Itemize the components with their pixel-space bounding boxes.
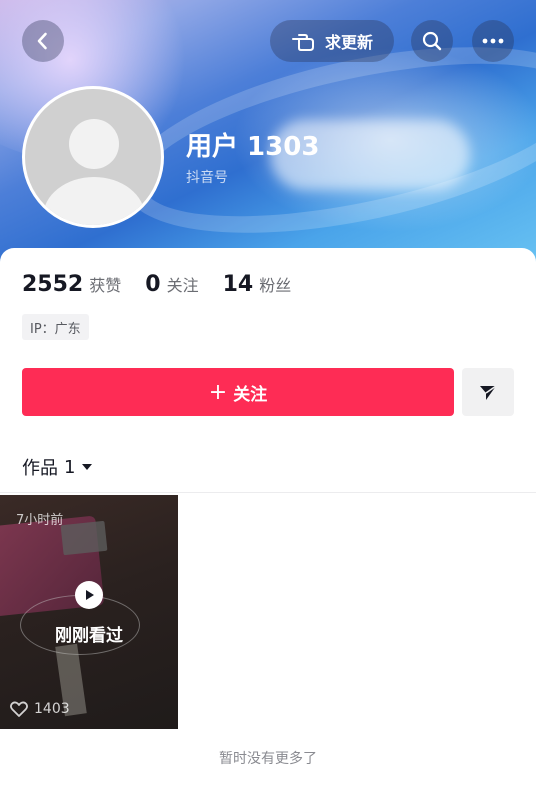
stat-following[interactable]: 0 关注 bbox=[145, 272, 198, 297]
likes-count: 2552 bbox=[22, 272, 84, 297]
follow-button[interactable]: + 关注 bbox=[22, 368, 454, 416]
heart-icon bbox=[10, 701, 28, 717]
stat-likes[interactable]: 2552 获赞 bbox=[22, 272, 121, 297]
avatar[interactable] bbox=[22, 86, 164, 228]
more-button[interactable] bbox=[472, 20, 514, 62]
no-more-content-text: 暂时没有更多了 bbox=[219, 751, 317, 767]
share-button[interactable] bbox=[462, 368, 514, 416]
followers-label: 粉丝 bbox=[259, 276, 292, 295]
likes-label: 获赞 bbox=[89, 276, 122, 295]
request-update-button[interactable]: 求更新 bbox=[270, 20, 394, 62]
search-button[interactable] bbox=[411, 20, 453, 62]
following-label: 关注 bbox=[166, 276, 199, 295]
works-tab-label: 作品 bbox=[22, 458, 58, 479]
back-button[interactable] bbox=[22, 20, 64, 62]
thumb-screen-shape bbox=[60, 520, 108, 556]
video-likes: 1403 bbox=[10, 701, 70, 717]
chevron-left-icon bbox=[37, 32, 47, 50]
douyin-id-label: 抖音号 bbox=[186, 170, 228, 186]
username: 用户 1303 bbox=[186, 132, 320, 162]
profile-card: 2552 获赞 0 关注 14 粉丝 IP：广东 + 关注 作品 1 7小时前 … bbox=[0, 248, 536, 800]
video-time: 7小时前 bbox=[16, 513, 64, 528]
follow-label: 关注 bbox=[233, 384, 268, 405]
more-dots-icon bbox=[482, 38, 504, 44]
avatar-body-shape bbox=[43, 177, 145, 225]
caret-down-icon bbox=[82, 464, 93, 470]
video-likes-count: 1403 bbox=[34, 701, 70, 717]
tab-works[interactable]: 作品 1 bbox=[22, 454, 93, 480]
recently-watched-label: 刚刚看过 bbox=[55, 626, 123, 646]
stat-followers[interactable]: 14 粉丝 bbox=[223, 272, 292, 297]
play-triangle-icon bbox=[86, 590, 94, 600]
following-count: 0 bbox=[145, 272, 161, 297]
plus-icon: + bbox=[208, 379, 228, 405]
send-icon bbox=[480, 385, 497, 400]
video-thumbnail[interactable]: 7小时前 刚刚看过 1403 bbox=[0, 495, 178, 729]
search-icon bbox=[422, 31, 442, 51]
ip-location-tag: IP：广东 bbox=[22, 314, 89, 340]
play-icon bbox=[75, 581, 103, 609]
tab-divider bbox=[0, 492, 536, 493]
request-update-label: 求更新 bbox=[324, 33, 373, 52]
works-tab-count: 1 bbox=[64, 456, 76, 478]
followers-count: 14 bbox=[222, 272, 254, 297]
avatar-head-shape bbox=[69, 119, 119, 169]
pointing-hand-icon bbox=[291, 34, 314, 51]
stats-row: 2552 获赞 0 关注 14 粉丝 bbox=[22, 272, 291, 297]
